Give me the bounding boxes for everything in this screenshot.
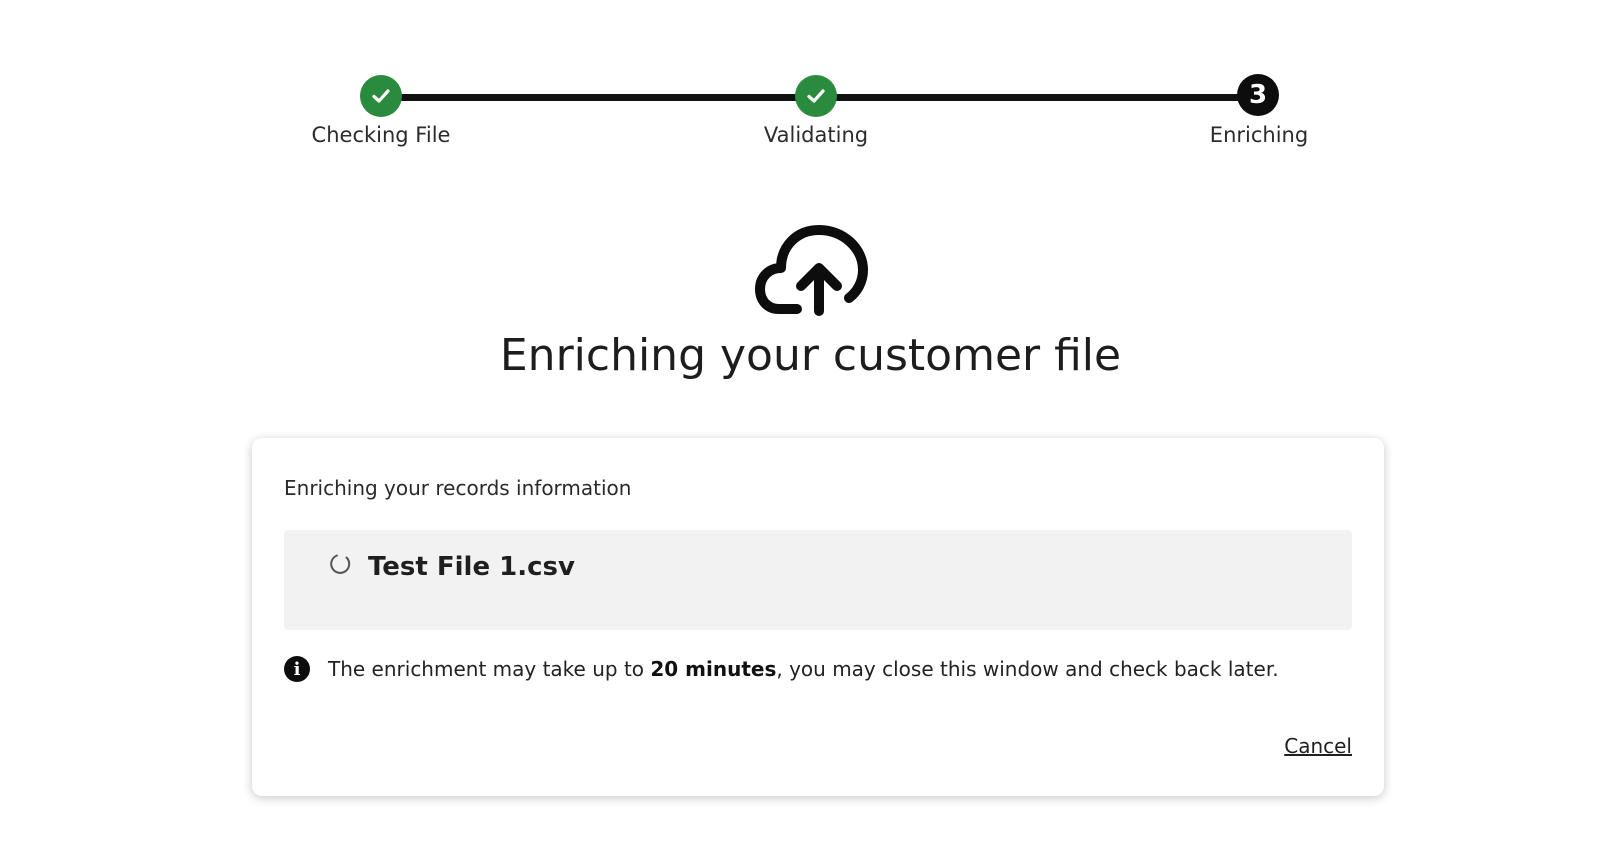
step-enriching-indicator: 3 — [1237, 74, 1279, 116]
step-label-validating: Validating — [763, 123, 869, 147]
duration-notice: i The enrichment may take up to 20 minut… — [284, 656, 1279, 682]
step-label-enriching: Enriching — [1209, 123, 1309, 147]
enrichment-status-card: Enriching your records information Test … — [252, 438, 1384, 796]
cancel-button[interactable]: Cancel — [1284, 734, 1352, 758]
check-icon — [372, 89, 390, 103]
stepper-connector-1 — [391, 94, 807, 101]
notice-text-start: The enrichment may take up to — [328, 657, 651, 681]
enrichment-page: Checking File Validating 3 Enriching Enr… — [0, 0, 1621, 854]
page-title: Enriching your customer file — [499, 330, 1122, 381]
notice-text-end: , you may close this window and check ba… — [776, 657, 1279, 681]
loading-spinner-icon — [330, 554, 351, 574]
file-status-row: Test File 1.csv — [284, 530, 1352, 630]
step-number: 3 — [1248, 80, 1268, 110]
file-name: Test File 1.csv — [368, 552, 575, 582]
cloud-upload-icon — [755, 225, 868, 316]
stepper-connector-2 — [826, 94, 1246, 101]
step-label-checking-file: Checking File — [311, 123, 451, 147]
step-validating-indicator — [795, 75, 837, 117]
notice-duration: 20 minutes — [650, 657, 777, 681]
card-subtitle: Enriching your records information — [284, 476, 632, 500]
info-icon: i — [284, 656, 310, 682]
step-checking-file-indicator — [360, 75, 402, 117]
check-icon — [807, 89, 825, 103]
notice-text: The enrichment may take up to 20 minutes… — [328, 657, 1279, 681]
